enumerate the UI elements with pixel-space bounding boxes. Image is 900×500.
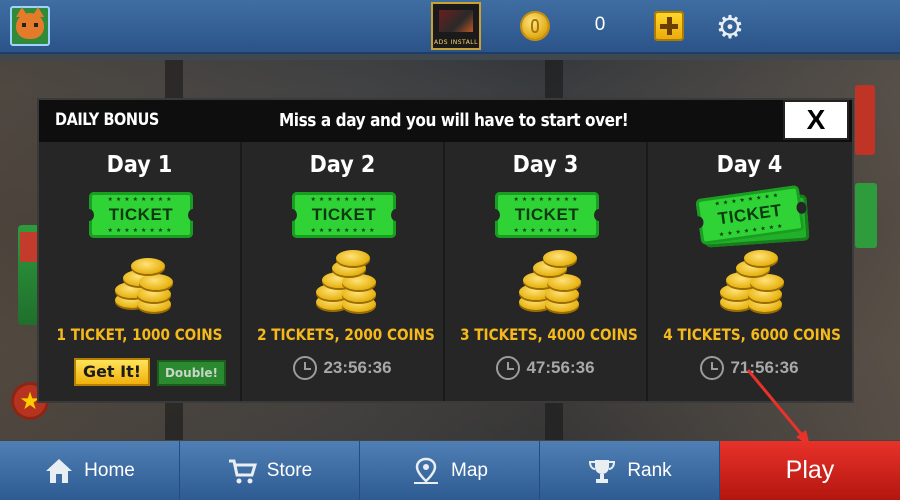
coin-stack-icon bbox=[316, 250, 376, 314]
coin-count: 0 bbox=[594, 14, 606, 35]
dialog-title: DAILY BONUS bbox=[55, 110, 159, 130]
ticket-label: TICKET bbox=[514, 205, 580, 224]
coin-stack-icon bbox=[519, 250, 581, 314]
right-daily-banner[interactable] bbox=[855, 85, 875, 155]
timer-text: 23:56:36 bbox=[323, 358, 392, 377]
play-label: Play bbox=[785, 456, 835, 484]
fox-avatar-icon bbox=[16, 7, 44, 39]
settings-gear-icon[interactable]: ⚙ bbox=[713, 10, 747, 44]
cart-icon bbox=[228, 459, 257, 483]
play-button[interactable]: Play bbox=[720, 441, 900, 500]
close-button[interactable]: X bbox=[783, 100, 849, 140]
daily-bonus-dialog: DAILY BONUS Miss a day and you will have… bbox=[37, 98, 854, 403]
nav-home[interactable]: Home bbox=[0, 441, 180, 500]
timer-text: 47:56:36 bbox=[526, 358, 595, 377]
day-reward: 1 TICKET, 1000 COINS bbox=[56, 325, 223, 344]
map-pin-icon bbox=[414, 457, 439, 484]
bottom-nav: Home Store Map Rank Play bbox=[0, 441, 900, 500]
day-card-2: Day 2 ★★★★★★★★ TICKET ★★★★★★★★ 2 TICKETS… bbox=[242, 142, 445, 401]
ad-art-image bbox=[439, 10, 473, 32]
nav-label: Store bbox=[266, 459, 313, 481]
day-title: Day 3 bbox=[512, 152, 579, 178]
home-icon bbox=[46, 458, 73, 483]
player-avatar[interactable] bbox=[10, 6, 50, 46]
coin-icon bbox=[522, 13, 548, 39]
day-card-4: Day 4 ★★★★★★★★ TICKET ★★★★★★★★ 4 TICKETS… bbox=[648, 142, 851, 401]
day-list: Day 1 ★★★★★★★★ TICKET ★★★★★★★★ 1 TICKET,… bbox=[39, 142, 852, 401]
nav-label: Home bbox=[84, 459, 135, 481]
coin-stack-icon bbox=[720, 250, 784, 314]
trophy-icon bbox=[589, 459, 616, 483]
day-timer: 23:56:36 bbox=[242, 356, 443, 380]
day-reward: 3 TICKETS, 4000 COINS bbox=[460, 325, 638, 344]
dialog-header: DAILY BONUS Miss a day and you will have… bbox=[39, 100, 852, 142]
day-title: Day 4 bbox=[716, 152, 783, 178]
day-card-3: Day 3 ★★★★★★★★ TICKET ★★★★★★★★ 3 TICKETS… bbox=[445, 142, 648, 401]
nav-label: Map bbox=[451, 459, 488, 481]
nav-label: Rank bbox=[627, 459, 672, 481]
day-reward: 4 TICKETS, 6000 COINS bbox=[663, 325, 841, 344]
clock-icon bbox=[293, 356, 318, 380]
left-sale-tag bbox=[20, 232, 38, 262]
get-it-button[interactable]: Get It! bbox=[74, 358, 150, 386]
day-timer: 47:56:36 bbox=[445, 356, 646, 380]
ad-install-thumbnail[interactable]: ADS INSTALL bbox=[431, 2, 481, 50]
day-card-1: Day 1 ★★★★★★★★ TICKET ★★★★★★★★ 1 TICKET,… bbox=[39, 142, 242, 401]
coin-stack-icon bbox=[113, 252, 173, 314]
ticket-icon: ★★★★★★★★ TICKET ★★★★★★★★ bbox=[490, 192, 604, 238]
ticket-label: TICKET bbox=[108, 205, 174, 224]
top-bar: ADS INSTALL 0 ⚙ bbox=[0, 0, 900, 54]
day-title: Day 2 bbox=[309, 152, 376, 178]
nav-store[interactable]: Store bbox=[180, 441, 360, 500]
ticket-icon: ★★★★★★★★ TICKET ★★★★★★★★ bbox=[287, 192, 401, 238]
day-title: Day 1 bbox=[106, 152, 173, 178]
dialog-subtitle: Miss a day and you will have to start ov… bbox=[279, 110, 629, 131]
double-button[interactable]: Double! bbox=[157, 360, 226, 386]
ticket-label: TICKET bbox=[311, 205, 377, 224]
day-timer: 71:56:36 bbox=[648, 356, 851, 380]
day-reward: 2 TICKETS, 2000 COINS bbox=[257, 325, 435, 344]
add-coins-button[interactable] bbox=[654, 11, 684, 41]
right-offer-banner[interactable] bbox=[855, 183, 877, 248]
nav-rank[interactable]: Rank bbox=[540, 441, 720, 500]
timer-text: 71:56:36 bbox=[730, 358, 799, 377]
nav-map[interactable]: Map bbox=[360, 441, 540, 500]
clock-icon bbox=[700, 356, 725, 380]
clock-icon bbox=[496, 356, 521, 380]
ticket-icon: ★★★★★★★★ TICKET ★★★★★★★★ bbox=[84, 192, 198, 238]
ad-install-label: ADS INSTALL bbox=[434, 39, 478, 46]
